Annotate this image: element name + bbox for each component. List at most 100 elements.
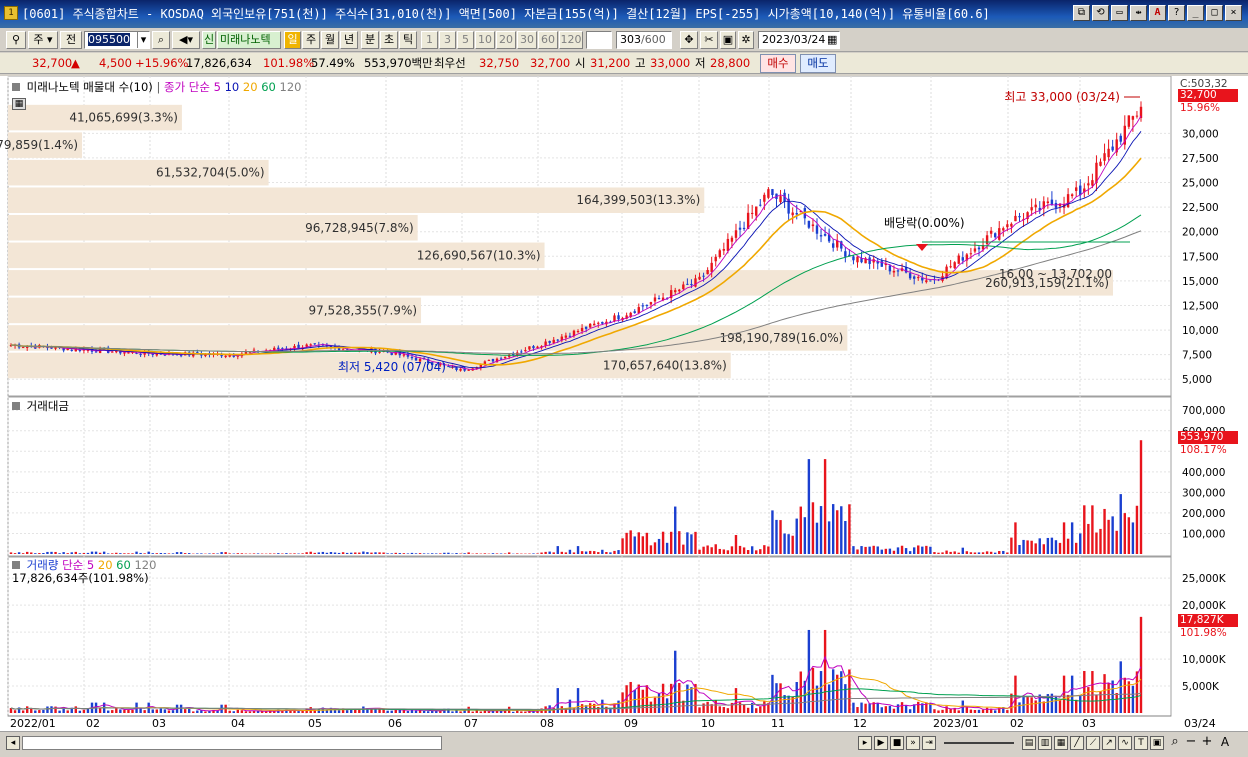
interval-1-button[interactable]: 1	[421, 31, 438, 49]
volume-bar	[345, 710, 349, 713]
period-tick-button[interactable]: 틱	[399, 31, 417, 49]
period-year-button[interactable]: 년	[340, 31, 358, 49]
amount-bar	[718, 548, 721, 554]
amount-bar	[621, 538, 624, 554]
amount-bar	[115, 552, 118, 554]
price-legend-ma5: 5	[213, 80, 221, 94]
crosshair-icon[interactable]: ✥	[680, 31, 698, 49]
draw-curve-icon[interactable]: ∿	[1118, 736, 1132, 750]
period-day-button[interactable]: 일	[284, 31, 301, 49]
profile-extra-label: 16.00 ~ 13,702.00	[999, 267, 1112, 281]
interval-20-button[interactable]: 20	[496, 31, 516, 49]
volume-bar	[487, 711, 491, 713]
play-icon[interactable]: ▶	[874, 736, 888, 750]
window-icon[interactable]: ▣	[1150, 736, 1164, 750]
price-candle	[856, 256, 859, 263]
help-button[interactable]: ?	[1168, 5, 1185, 21]
amount-bar	[714, 544, 717, 554]
dropdown-arrow-icon[interactable]: ▾	[137, 32, 149, 48]
amount-bar	[34, 553, 37, 554]
amount-bar	[179, 552, 183, 554]
screen-window-button[interactable]: ▭	[1111, 5, 1128, 21]
zoom-slider[interactable]	[944, 742, 1014, 744]
draw-arrow-icon[interactable]: ↗	[1102, 736, 1116, 750]
price-candle	[293, 345, 296, 349]
draw-text-icon[interactable]: T	[1134, 736, 1148, 750]
volume-bar	[1107, 683, 1110, 713]
period-month-button[interactable]: 월	[321, 31, 339, 49]
scroll-right-icon[interactable]: ▸	[858, 736, 872, 750]
sell-button[interactable]: 매도	[800, 54, 836, 73]
interval-custom-input[interactable]	[586, 31, 612, 49]
layout-icon-1[interactable]: ▤	[1022, 736, 1036, 750]
period-week-button[interactable]: 주	[302, 31, 320, 49]
zoom-in-icon[interactable]: +	[1200, 735, 1214, 750]
interval-120-button[interactable]: 120	[559, 31, 583, 49]
prev-button[interactable]: 전	[60, 31, 82, 49]
close-button[interactable]: ×	[1225, 5, 1242, 21]
search-icon[interactable]: ⌕	[152, 31, 170, 49]
interval-3-button[interactable]: 3	[439, 31, 456, 49]
price-candle	[503, 356, 507, 359]
buy-button[interactable]: 매수	[760, 54, 796, 73]
scissors-icon[interactable]: ✂	[700, 31, 718, 49]
interval-10-button[interactable]: 10	[475, 31, 495, 49]
volume-bar	[297, 711, 300, 713]
layout-icon-3[interactable]: ▦	[1054, 736, 1068, 750]
maximize-button[interactable]: □	[1206, 5, 1223, 21]
volume-bar	[884, 706, 888, 713]
amount-bar	[957, 552, 960, 554]
amount-bar	[463, 553, 466, 554]
data-count-field[interactable]: 303/600	[616, 31, 672, 49]
interval-30-button[interactable]: 30	[517, 31, 537, 49]
price-candle	[795, 213, 798, 215]
stop-icon[interactable]: ■	[890, 736, 904, 750]
fast-forward-icon[interactable]: »	[906, 736, 920, 750]
end-icon[interactable]: ⇥	[922, 736, 936, 750]
zoom-search-icon[interactable]: ⌕	[1168, 735, 1182, 750]
volume-bar	[386, 710, 389, 713]
period-second-button[interactable]: 초	[380, 31, 398, 49]
link-window-button[interactable]: ⧉	[1073, 5, 1090, 21]
amount-bar	[641, 536, 645, 554]
interval-5-button[interactable]: 5	[457, 31, 474, 49]
draw-trend-icon[interactable]: ⟋	[1086, 736, 1100, 750]
amount-bar	[74, 551, 78, 554]
save-icon[interactable]: ▣	[720, 31, 736, 49]
minimize-button[interactable]: _	[1187, 5, 1204, 21]
price-candle	[613, 315, 616, 322]
price-y-tick: 10,000	[1182, 325, 1219, 337]
pin-icon[interactable]: ⚲	[6, 31, 26, 49]
chart-area[interactable]: 170,657,640(13.8%) 198,190,789(16.0%) 97,5…	[0, 76, 1248, 731]
amount-bar	[706, 545, 709, 554]
volume-bar	[111, 710, 114, 713]
sound-icon[interactable]: ◀▾	[172, 31, 200, 49]
amount-bar	[649, 545, 653, 554]
chart-canvas[interactable]: 170,657,640(13.8%)198,190,789(16.0%)97,5…	[0, 76, 1248, 731]
volume-bar	[183, 709, 187, 713]
period-type-select[interactable]: 주 ▾	[28, 31, 58, 49]
period-minute-button[interactable]: 분	[361, 31, 379, 49]
layout-icon-2[interactable]: ▥	[1038, 736, 1052, 750]
stock-code-input[interactable]: 095500 ▾	[84, 31, 150, 49]
table-icon[interactable]: ▦	[12, 98, 26, 110]
font-size-icon[interactable]: A	[1218, 736, 1232, 750]
draw-line-icon[interactable]: ╱	[1070, 736, 1084, 750]
amount-bar	[483, 553, 487, 554]
volume-bar	[657, 693, 661, 713]
gear-icon[interactable]: ✲	[738, 31, 754, 49]
amount-bar	[601, 549, 604, 554]
calendar-icon[interactable]: ▦	[827, 32, 839, 48]
interval-60-button[interactable]: 60	[538, 31, 558, 49]
amount-bar	[876, 546, 879, 554]
resize-window-button[interactable]: ⇹	[1130, 5, 1147, 21]
volume-bar	[143, 710, 146, 713]
zoom-out-icon[interactable]: −	[1184, 735, 1198, 750]
scroll-left-icon[interactable]: ◂	[6, 736, 20, 750]
refresh-window-button[interactable]: ⟲	[1092, 5, 1109, 21]
horizontal-scrollbar[interactable]	[22, 736, 442, 750]
profile-label: 126,690,567(10.3%)	[417, 248, 541, 262]
date-field[interactable]: 2023/03/24 ▦	[758, 31, 840, 49]
font-window-button[interactable]: A	[1149, 5, 1166, 21]
amount-bar	[9, 552, 13, 554]
